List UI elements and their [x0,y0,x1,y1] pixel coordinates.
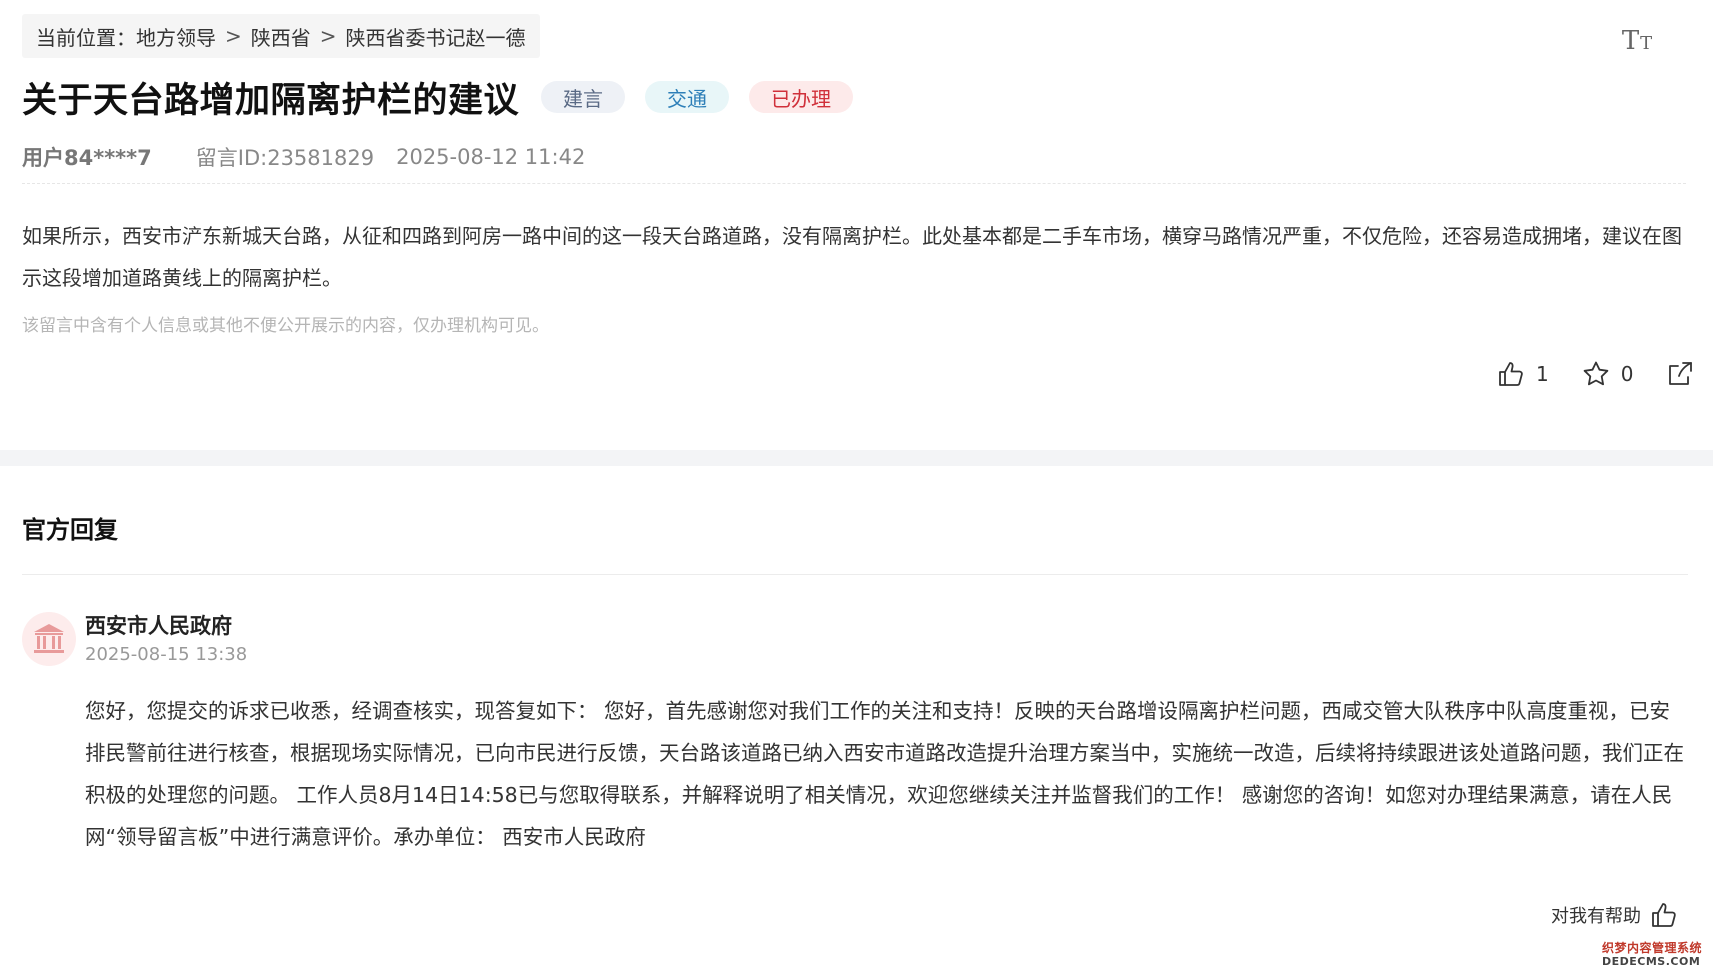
message-id: 留言ID:23581829 [195,146,375,170]
helpful-label: 对我有帮助 [1551,906,1641,927]
like-button[interactable]: 1 [1496,359,1549,389]
helpful-button[interactable]: 对我有帮助 [1551,900,1679,930]
font-size-glyph-small: T [1640,33,1653,54]
category-tag[interactable]: 建言 [541,81,626,113]
meta-divider [22,183,1686,184]
message-content: 如果所示，西安市浐东新城天台路，从征和四路到阿房一路中间的这一段天台路道路，没有… [22,224,1682,290]
breadcrumb-item-local-leaders[interactable]: 地方领导 [136,22,216,51]
share-icon [1669,362,1693,385]
government-building-icon [34,624,64,653]
reply-divider [22,574,1688,575]
status-badge: 已办理 [749,81,854,113]
watermark: 织梦内容管理系统 DEDECMS.COM [1602,942,1706,967]
breadcrumb-separator: > [225,24,242,48]
page-title: 关于天台路增加隔离护栏的建议 [22,80,520,121]
author-name: 用户84****7 [22,146,152,170]
reply-content: 您好，您提交的诉求已收悉，经调查核实，现答复如下： 您好，首先感谢您对我们工作的… [85,699,1684,849]
breadcrumb-separator: > [319,24,337,48]
font-size-icon[interactable]: TT [1620,20,1654,54]
favorite-count: 0 [1620,362,1634,386]
watermark-title: 织梦内容管理系统 [1602,941,1703,955]
like-count: 1 [1536,362,1549,386]
reply-org-name: 西安市人民政府 [85,614,232,638]
message-section: 当前位置： 地方领导 > 陕西省 > 陕西省委书记赵一德 TT 关于天台路增加隔… [0,0,1713,450]
domain-tag[interactable]: 交通 [645,81,730,113]
title-row: 关于天台路增加隔离护栏的建议 建言 交通 已办理 [22,74,854,121]
font-size-glyph-large: T [1621,26,1640,56]
breadcrumb-item-party-secretary[interactable]: 陕西省委书记赵一德 [346,22,526,51]
watermark-domain: DEDECMS.COM [1602,955,1701,968]
thumbs-up-icon [1652,903,1676,927]
reply-heading: 官方回复 [22,516,118,544]
star-icon [1583,361,1609,386]
breadcrumb-prefix: 当前位置： [36,25,136,50]
message-meta: 用户84****7 留言ID:23581829 2025-08-12 11:42 [22,140,585,174]
share-button[interactable] [1665,359,1695,389]
privacy-note: 该留言中含有个人信息或其他不便公开展示的内容，仅办理机构可见。 [22,316,549,336]
avatar [22,612,76,666]
breadcrumb: 当前位置： 地方领导 > 陕西省 > 陕西省委书记赵一德 [22,14,540,58]
message-datetime: 2025-08-12 11:42 [396,145,586,169]
thumbs-up-icon [1499,362,1523,386]
reply-time: 2025-08-15 13:38 [85,644,248,665]
message-actions: 1 0 [1496,356,1695,392]
favorite-button[interactable]: 0 [1581,359,1634,389]
section-separator [0,450,1713,466]
breadcrumb-item-shaanxi[interactable]: 陕西省 [251,22,311,51]
